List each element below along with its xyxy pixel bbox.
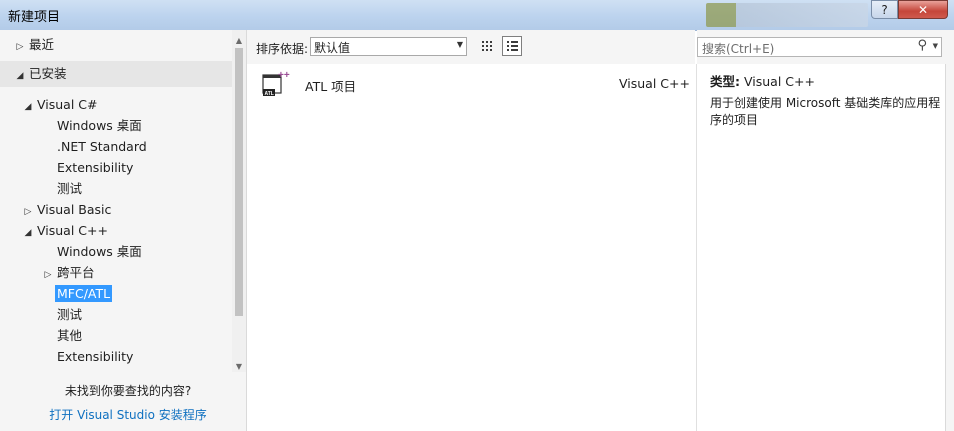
list-view-icon: [507, 41, 518, 51]
tree-item-label: Windows 桌面: [57, 118, 142, 133]
tree-scrollbar[interactable]: ▲ ▼: [232, 30, 246, 372]
scrollbar-thumb[interactable]: [235, 48, 243, 316]
svg-text:++: ++: [278, 70, 290, 81]
template-name: ATL 项目: [305, 79, 357, 94]
not-found-text: 未找到你要查找的内容?: [64, 384, 192, 398]
sort-toolbar: 排序依据: 默认值 ▼: [247, 30, 695, 64]
sort-label: 排序依据:: [256, 42, 309, 56]
tree-item-cpp-windows-desktop[interactable]: Windows 桌面: [57, 242, 142, 262]
tree-item-visual-basic[interactable]: ▷ Visual Basic: [22, 200, 112, 222]
tree-item-installed[interactable]: ◢ 已安装: [14, 64, 67, 84]
tree-item-label-selected: MFC/ATL: [55, 285, 113, 302]
tree-item-label: 已安装: [29, 66, 67, 81]
tree-item-label: 测试: [57, 181, 83, 196]
sort-dropdown[interactable]: 默认值 ▼: [310, 37, 467, 56]
tree-footer: 未找到你要查找的内容? 打开 Visual Studio 安装程序: [0, 372, 246, 431]
template-item-atl-project[interactable]: ATL ++ ATL 项目 Visual C++: [252, 64, 696, 102]
search-bar: 搜索(Ctrl+E) ⚲ ▼: [697, 30, 954, 64]
search-input[interactable]: 搜索(Ctrl+E) ⚲ ▼: [697, 37, 942, 57]
type-value: Visual C++: [743, 74, 815, 89]
tree-item-label: Extensibility: [57, 349, 134, 364]
tree-item-visual-cpp[interactable]: ◢ Visual C++: [22, 221, 108, 241]
details-panel: 类型: Visual C++ 用于创建使用 Microsoft 基础类库的应用程…: [697, 64, 954, 431]
expand-arrow-icon[interactable]: ▷: [14, 37, 26, 57]
chevron-down-icon: ▼: [456, 40, 463, 49]
tree-item-label: Extensibility: [57, 160, 134, 175]
tree-item-label: 测试: [57, 307, 83, 322]
template-list: ATL ++ ATL 项目 Visual C++: [252, 64, 696, 431]
type-key: 类型:: [710, 74, 740, 89]
list-view-button[interactable]: [502, 36, 522, 56]
help-button[interactable]: ?: [871, 0, 898, 19]
tree-item-cross-platform[interactable]: ▷ 跨平台: [42, 263, 95, 283]
sort-value: 默认值: [314, 41, 351, 55]
template-language: Visual C++: [619, 76, 690, 91]
tree-item-label: 其他: [57, 328, 83, 343]
close-button[interactable]: ✕: [898, 0, 948, 19]
tree-item-label: Visual Basic: [37, 202, 112, 217]
background-window-blur: [706, 3, 868, 27]
category-panel: ▷ 最近 ◢ 已安装 ◢ Visual C# Windows 桌面 .NET Stan…: [0, 30, 247, 431]
tree-item-label: Visual C#: [37, 97, 98, 112]
svg-text:ATL: ATL: [265, 91, 274, 97]
tree-item-csharp-extensibility[interactable]: Extensibility: [57, 158, 133, 178]
collapse-arrow-icon[interactable]: ◢: [22, 223, 34, 243]
tree-item-mfc-atl[interactable]: MFC/ATL: [55, 284, 113, 304]
details-scroll-edge: [945, 64, 954, 431]
tree-item-cpp-other[interactable]: 其他: [57, 326, 82, 346]
tree-item-label: Windows 桌面: [57, 244, 142, 259]
template-description: 用于创建使用 Microsoft 基础类库的应用程序的项目: [710, 96, 941, 127]
grid-view-icon: [482, 41, 492, 51]
grid-view-button[interactable]: [477, 36, 497, 56]
tree-item-label: 跨平台: [57, 265, 95, 280]
tree-item-visual-csharp[interactable]: ◢ Visual C#: [22, 95, 98, 115]
tree-item-label: Visual C++: [37, 223, 108, 238]
tree-item-label: .NET Standard: [57, 139, 147, 154]
tree-item-csharp-windows-desktop[interactable]: Windows 桌面: [57, 116, 142, 136]
tree-item-label: 最近: [29, 37, 55, 52]
expand-arrow-icon[interactable]: ▷: [42, 265, 54, 285]
open-installer-link[interactable]: 打开 Visual Studio 安装程序: [0, 406, 246, 423]
expand-arrow-icon[interactable]: ▷: [22, 202, 34, 222]
tree-item-cpp-extensibility[interactable]: Extensibility: [57, 347, 133, 367]
window-title: 新建项目: [8, 10, 61, 25]
search-placeholder: 搜索(Ctrl+E): [702, 42, 775, 56]
search-options-chevron-icon[interactable]: ▼: [933, 42, 938, 50]
tree-item-recent[interactable]: ▷ 最近: [14, 35, 54, 55]
search-icon[interactable]: ⚲: [917, 38, 927, 53]
scroll-up-icon[interactable]: ▲: [232, 34, 246, 48]
collapse-arrow-icon[interactable]: ◢: [22, 97, 34, 117]
collapse-arrow-icon[interactable]: ◢: [14, 66, 26, 86]
tree-item-net-standard[interactable]: .NET Standard: [57, 137, 147, 157]
title-bar: 新建项目 ? ✕: [0, 0, 954, 31]
tree-item-cpp-test[interactable]: 测试: [57, 305, 82, 325]
tree-item-csharp-test[interactable]: 测试: [57, 179, 82, 199]
type-line: 类型: Visual C++: [710, 71, 815, 90]
category-tree: ▷ 最近 ◢ 已安装 ◢ Visual C# Windows 桌面 .NET Stan…: [0, 30, 232, 372]
atl-project-icon: ATL ++: [262, 70, 290, 97]
